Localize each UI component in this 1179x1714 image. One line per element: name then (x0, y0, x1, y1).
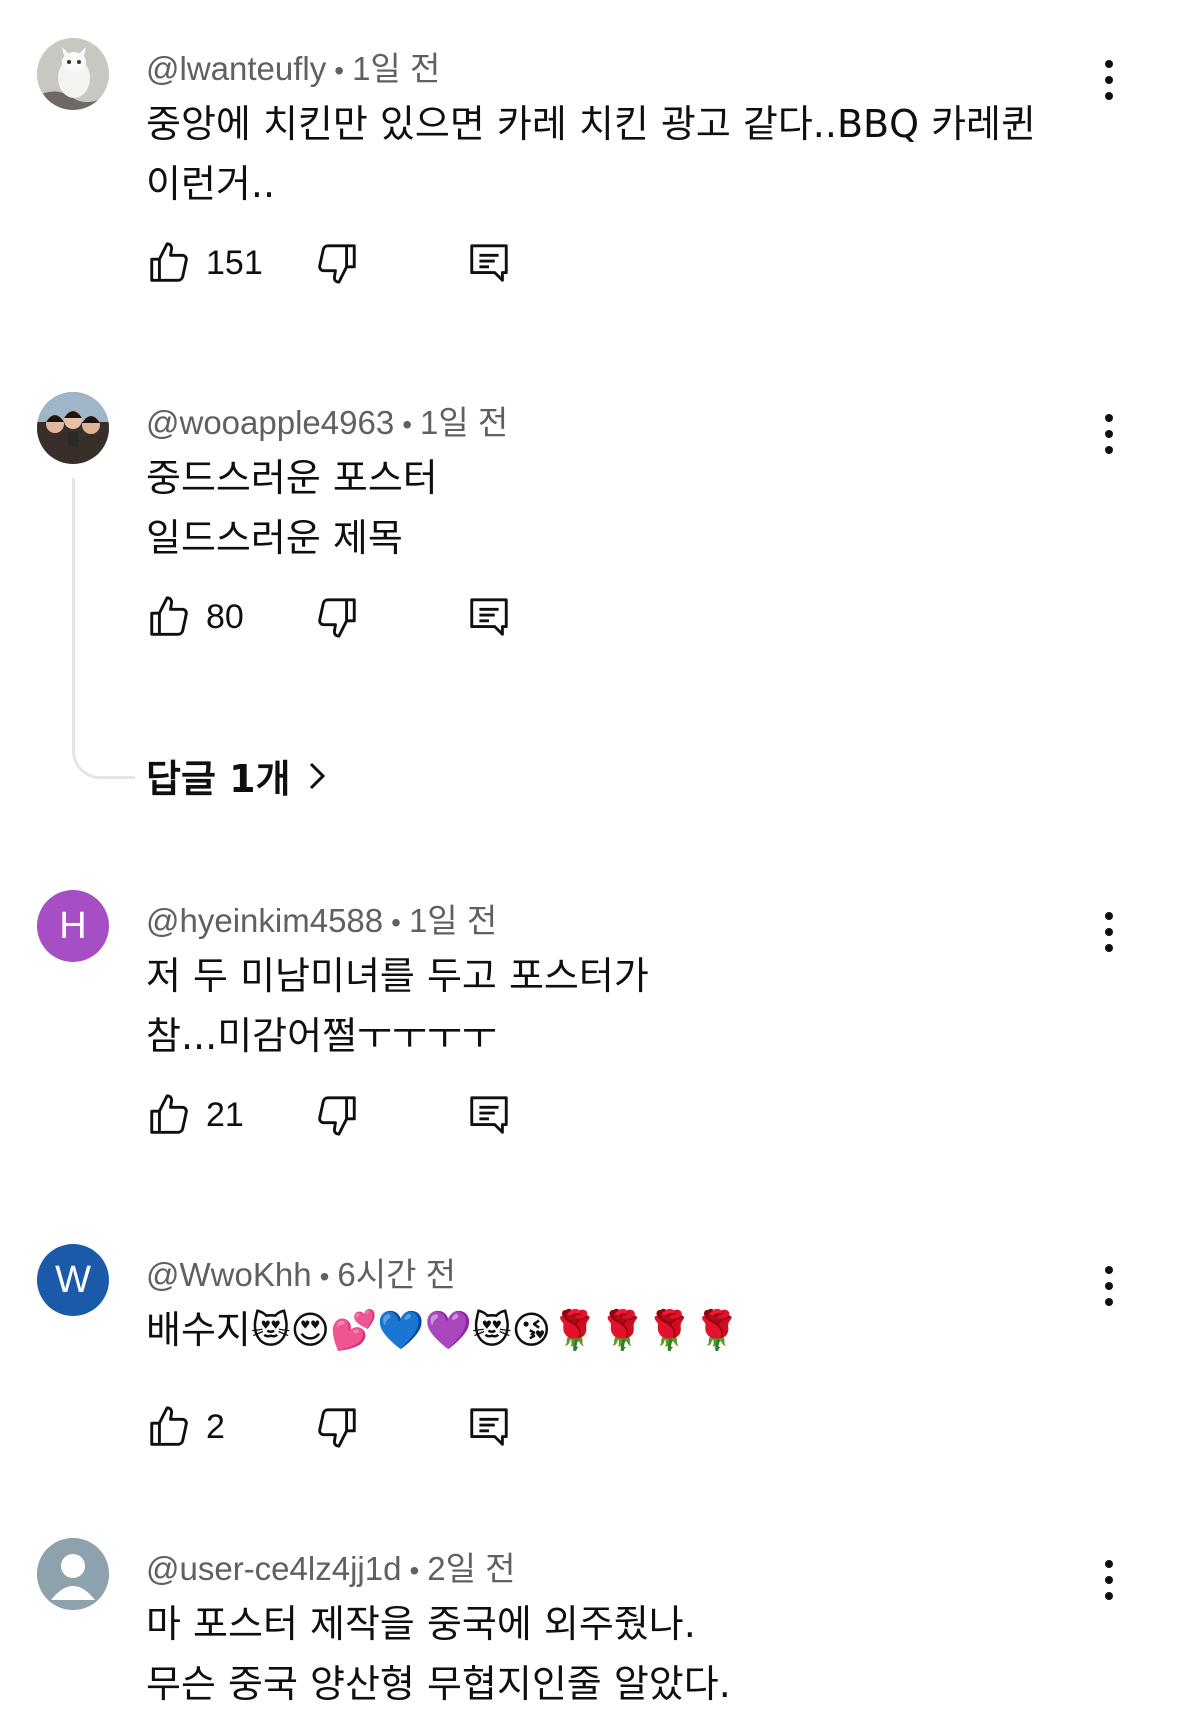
avatar-letter: H (59, 904, 87, 947)
comment-handle[interactable]: @WwoKhh (146, 1256, 312, 1293)
comment-text: 배수지😻😍💕💙💜😻😘🌹🌹🌹🌹 (146, 1300, 1076, 1360)
vertical-ellipsis-icon[interactable] (1099, 58, 1119, 102)
comment-line: 배수지😻😍💕💙💜😻😘🌹🌹🌹🌹 (146, 1308, 741, 1352)
thumbs-down-icon[interactable] (314, 1092, 360, 1138)
comment-meta: @wooapple4963 • 1일 전 (146, 396, 508, 444)
comment-line: 마 포스터 제작을 중국에 외주줬나. (146, 1602, 696, 1646)
comment-time: 1일 전 (420, 404, 509, 441)
comment-handle[interactable]: @user-ce4lz4jj1d (146, 1550, 401, 1587)
avatar-letter: W (55, 1258, 91, 1301)
reply-comment-icon[interactable] (466, 1404, 512, 1450)
thumbs-down-icon[interactable] (314, 240, 360, 286)
comment-time: 6시간 전 (337, 1256, 456, 1293)
comment-actions: 80 (146, 594, 546, 644)
comment-line: 참...미감어쩔ㅜㅜㅜㅜ (146, 1014, 497, 1058)
vertical-ellipsis-icon[interactable] (1099, 1558, 1119, 1602)
comment-text: 마 포스터 제작을 중국에 외주줬나. 무슨 중국 양산형 무협지인줄 알았다. (146, 1594, 1076, 1714)
comment-text: 중드스러운 포스터 일드스러운 제목 (146, 448, 1076, 568)
separator-dot: • (391, 907, 401, 938)
thumbs-down-icon[interactable] (314, 1404, 360, 1450)
thumbs-up-icon[interactable] (146, 1092, 192, 1138)
comment-handle[interactable]: @wooapple4963 (146, 404, 394, 441)
comment-time: 1일 전 (352, 50, 441, 87)
like-count: 21 (206, 1096, 244, 1134)
comment-meta: @lwanteufly • 1일 전 (146, 42, 440, 90)
separator-dot: • (319, 1261, 330, 1292)
comment-actions: 21 (146, 1092, 546, 1142)
owl-avatar-icon (37, 38, 109, 110)
comment-handle[interactable]: @lwanteufly (146, 50, 326, 87)
comment-meta: @hyeinkim4588 • 1일 전 (146, 894, 497, 942)
avatar[interactable] (37, 38, 109, 110)
comment-line: 이런거.. (146, 162, 276, 206)
avatar[interactable] (37, 1538, 109, 1610)
comment-meta: @user-ce4lz4jj1d • 2일 전 (146, 1542, 516, 1590)
avatar[interactable]: H (37, 890, 109, 962)
avatar[interactable] (37, 392, 109, 464)
comment-line: 중앙에 치킨만 있으면 카레 치킨 광고 같다..BBQ 카레퀸 (146, 102, 1036, 146)
thumbs-up-icon[interactable] (146, 1404, 192, 1450)
thumbs-up-icon[interactable] (146, 594, 192, 640)
group-photo-avatar-icon (37, 392, 109, 464)
reply-comment-icon[interactable] (466, 594, 512, 640)
comment-line: 무슨 중국 양산형 무협지인줄 알았다. (146, 1662, 731, 1706)
comment-meta: @WwoKhh • 6시간 전 (146, 1248, 456, 1296)
comment-line: 일드스러운 제목 (146, 516, 403, 560)
comment-actions: 151 (146, 240, 546, 290)
default-user-avatar-icon (37, 1538, 109, 1610)
separator-dot: • (334, 55, 345, 86)
vertical-ellipsis-icon[interactable] (1099, 910, 1119, 954)
comment-text: 중앙에 치킨만 있으면 카레 치킨 광고 같다..BBQ 카레퀸 이런거.. (146, 94, 1076, 214)
like-count: 2 (206, 1408, 225, 1446)
thumbs-up-icon[interactable] (146, 240, 192, 286)
comment-text: 저 두 미남미녀를 두고 포스터가 참...미감어쩔ㅜㅜㅜㅜ (146, 946, 1076, 1066)
view-replies-button[interactable]: 답글 1개 (146, 748, 327, 803)
comment-time: 2일 전 (427, 1550, 516, 1587)
separator-dot: • (409, 1555, 420, 1586)
comment-time: 1일 전 (408, 902, 498, 939)
replies-label: 답글 1개 (146, 757, 291, 801)
comment-handle[interactable]: @hyeinkim4588 (146, 902, 383, 939)
comment-line: 중드스러운 포스터 (146, 456, 438, 500)
reply-comment-icon[interactable] (466, 1092, 512, 1138)
vertical-ellipsis-icon[interactable] (1099, 1264, 1119, 1308)
thumbs-down-icon[interactable] (314, 594, 360, 640)
reply-comment-icon[interactable] (466, 240, 512, 286)
chevron-right-icon (309, 762, 325, 789)
separator-dot: • (402, 409, 413, 440)
comment-actions: 2 (146, 1404, 546, 1454)
comment-line: 저 두 미남미녀를 두고 포스터가 (146, 954, 649, 998)
avatar[interactable]: W (37, 1244, 109, 1316)
like-count: 151 (206, 244, 263, 282)
like-count: 80 (206, 598, 244, 636)
reply-thread-line (72, 478, 135, 779)
vertical-ellipsis-icon[interactable] (1099, 412, 1119, 456)
